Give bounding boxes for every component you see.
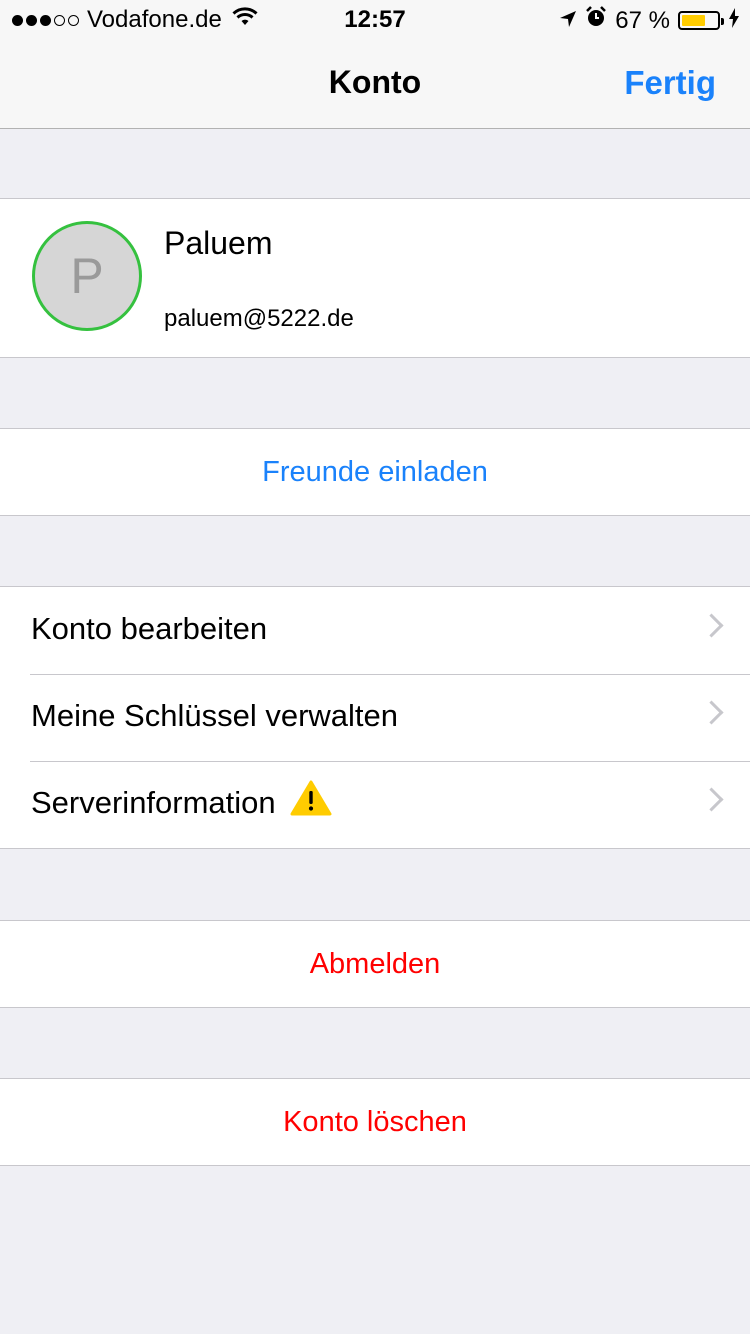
menu-item-label: Serverinformation bbox=[31, 785, 276, 820]
invite-section: Freunde einladen bbox=[0, 428, 750, 516]
delete-account-section: Konto löschen bbox=[0, 1078, 750, 1166]
navigation-bar: Konto Fertig bbox=[0, 40, 750, 129]
menu-item-label-wrap: Serverinformation bbox=[31, 780, 332, 824]
menu-item-label: Konto bearbeiten bbox=[31, 611, 268, 646]
warning-icon bbox=[290, 780, 332, 824]
logout-button[interactable]: Abmelden bbox=[0, 921, 750, 1007]
profile-card: P Paluem paluem@5222.de bbox=[0, 198, 750, 358]
menu-item-label: Meine Schlüssel verwalten bbox=[31, 698, 399, 733]
menu-item-edit-account[interactable]: Konto bearbeiten bbox=[0, 587, 750, 674]
invite-friends-button[interactable]: Freunde einladen bbox=[0, 429, 750, 515]
chevron-right-icon bbox=[699, 787, 724, 812]
menu-item-manage-keys[interactable]: Meine Schlüssel verwalten bbox=[0, 674, 750, 761]
alarm-icon bbox=[585, 6, 607, 35]
menu-item-server-info[interactable]: Serverinformation bbox=[0, 761, 750, 848]
avatar-initial: P bbox=[70, 248, 104, 304]
battery-fill bbox=[682, 15, 705, 26]
battery-icon bbox=[678, 11, 724, 30]
chevron-right-icon bbox=[699, 613, 724, 638]
done-button[interactable]: Fertig bbox=[624, 64, 716, 102]
battery-percent: 67 % bbox=[615, 6, 670, 34]
logout-section: Abmelden bbox=[0, 920, 750, 1008]
location-arrow-icon bbox=[559, 7, 577, 35]
account-menu: Konto bearbeiten Meine Schlüssel verwalt… bbox=[0, 586, 750, 849]
status-bar: Vodafone.de 12:57 67 % bbox=[0, 0, 750, 40]
status-right: 67 % bbox=[559, 6, 740, 35]
delete-account-button[interactable]: Konto löschen bbox=[0, 1079, 750, 1165]
profile-name: Paluem bbox=[164, 225, 273, 261]
avatar: P bbox=[32, 221, 142, 331]
charging-bolt-icon bbox=[728, 7, 740, 35]
profile-email: paluem@5222.de bbox=[164, 305, 354, 332]
chevron-right-icon bbox=[699, 700, 724, 725]
